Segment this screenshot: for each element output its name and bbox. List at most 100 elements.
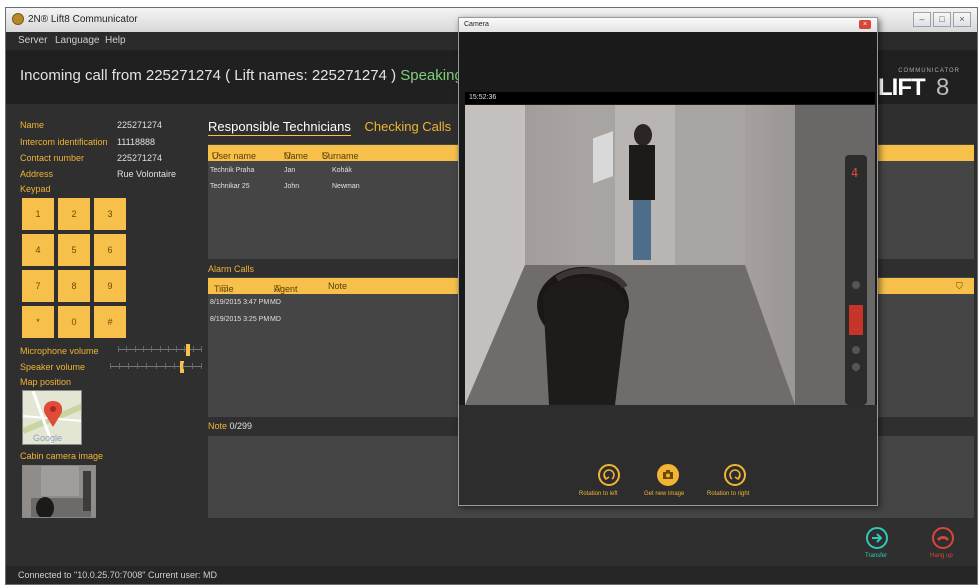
tab-checking-calls[interactable]: Checking Calls: [364, 119, 451, 134]
cabin-camera-thumbnail[interactable]: [22, 465, 96, 518]
slider-tick: [165, 363, 166, 369]
slider-tick: [126, 346, 127, 352]
tech-row-1-username[interactable]: Technik Praha: [210, 167, 254, 174]
slider-tick: [183, 363, 184, 369]
key-star[interactable]: *: [22, 306, 54, 338]
alarm-row-1-agent[interactable]: MD: [270, 299, 281, 306]
key-3[interactable]: 3: [94, 198, 126, 230]
filter-icon[interactable]: ⛉: [284, 151, 291, 162]
slider-tick: [143, 346, 144, 352]
key-7[interactable]: 7: [22, 270, 54, 302]
filter-icon[interactable]: ⛉: [222, 284, 229, 295]
close-button[interactable]: ×: [953, 12, 971, 27]
slider-tick: [168, 346, 169, 352]
menu-language[interactable]: Language: [55, 35, 100, 46]
arrow-right-icon: [872, 533, 883, 543]
filter-icon[interactable]: ⛉: [274, 284, 281, 295]
rotate-right-icon: [729, 469, 741, 481]
rotate-left-button[interactable]: [598, 464, 620, 486]
map-position-label: Map position: [20, 377, 72, 387]
key-hash[interactable]: #: [94, 306, 126, 338]
tech-row-1-surname[interactable]: Kohák: [332, 167, 352, 174]
phone-hangup-icon: [937, 536, 949, 541]
slider-tick: [118, 346, 119, 352]
hang-up-label: Hang up: [930, 553, 953, 559]
slider-tick: [146, 363, 147, 369]
brand-big-text: LIFT: [878, 74, 926, 101]
slider-tick: [201, 346, 202, 352]
filter-icon[interactable]: ⛉: [212, 151, 219, 162]
name-value: 225271274: [117, 120, 163, 130]
microphone-volume-label: Microphone volume: [20, 346, 99, 356]
menu-help[interactable]: Help: [105, 35, 126, 46]
rotate-right-button[interactable]: [724, 464, 746, 486]
slider-tick: [174, 363, 175, 369]
slider-tick: [119, 363, 120, 369]
filter-icon[interactable]: ⛉: [956, 281, 963, 292]
camera-icon: [663, 470, 673, 479]
intercom-value: 11118888: [117, 137, 156, 147]
get-new-image-button[interactable]: [657, 464, 679, 486]
key-4[interactable]: 4: [22, 234, 54, 266]
cabin-camera-label: Cabin camera image: [20, 451, 104, 461]
key-1[interactable]: 1: [22, 198, 54, 230]
note-counter: 0/299: [229, 421, 253, 431]
microphone-volume-slider[interactable]: [118, 344, 202, 356]
cabin-image: [23, 466, 95, 517]
lift8-logo: COMMUNICATOR LIFT 8: [866, 68, 966, 101]
alarm-row-1-time[interactable]: 8/19/2015 3:47 PM: [210, 299, 269, 306]
alarm-row-2-agent[interactable]: MD: [270, 316, 281, 323]
key-5[interactable]: 5: [58, 234, 90, 266]
status-bar: Connected to "10.0.25.70:7008" Current u…: [6, 566, 977, 584]
window-controls: – □ ×: [913, 12, 971, 27]
address-value: Rue Volontaire: [117, 169, 177, 179]
note-label: Note: [208, 421, 228, 431]
key-2[interactable]: 2: [58, 198, 90, 230]
map-thumbnail[interactable]: Google: [22, 390, 82, 445]
hang-up-button[interactable]: [932, 527, 954, 549]
minimize-button[interactable]: –: [913, 12, 931, 27]
rotate-left-icon: [603, 469, 615, 481]
tech-row-2-surname[interactable]: Newman: [332, 183, 360, 190]
tech-row-1-name[interactable]: Jan: [284, 167, 295, 174]
section-tabs: Responsible Technicians Checking Calls: [208, 119, 451, 136]
tech-row-2-username[interactable]: Technikar 25: [210, 183, 250, 190]
col-time[interactable]: Time ⛉: [214, 281, 234, 294]
camera-timestamp: 15:52:36: [469, 94, 497, 101]
col-note[interactable]: Note: [328, 281, 347, 291]
microphone-volume-thumb[interactable]: [186, 344, 190, 356]
slider-tick: [193, 346, 194, 352]
speaker-volume-slider[interactable]: [110, 361, 202, 373]
intercom-label: Intercom identification: [20, 137, 108, 147]
menu-server[interactable]: Server: [18, 35, 47, 46]
brand-number: 8: [936, 74, 950, 101]
rotate-right-label: Rotation to right: [707, 491, 750, 497]
transfer-label: Transfer: [865, 553, 888, 559]
transfer-button[interactable]: [866, 527, 888, 549]
tab-responsible-technicians[interactable]: Responsible Technicians: [208, 119, 351, 136]
floor-indicator: 4: [851, 166, 858, 180]
slider-tick: [201, 363, 202, 369]
speaker-volume-label: Speaker volume: [20, 362, 86, 372]
camera-close-button[interactable]: ×: [859, 20, 871, 29]
slider-tick: [156, 363, 157, 369]
slider-tick: [151, 346, 152, 352]
key-0[interactable]: 0: [58, 306, 90, 338]
maximize-button[interactable]: □: [933, 12, 951, 27]
connection-status: Connected to "10.0.25.70:7008" Current u…: [18, 570, 218, 580]
alarm-row-2-time[interactable]: 8/19/2015 3:25 PM: [210, 316, 269, 323]
app-logo: [12, 13, 24, 25]
slider-tick: [110, 363, 111, 369]
filter-icon[interactable]: ⛉: [322, 151, 329, 162]
name-label: Name: [20, 120, 45, 130]
slider-tick: [135, 346, 136, 352]
slider-tick: [160, 346, 161, 352]
elevator-cabin-image: 4: [465, 105, 875, 405]
key-9[interactable]: 9: [94, 270, 126, 302]
window-title: 2N® Lift8 Communicator: [28, 14, 138, 25]
get-new-image-label: Get new image: [644, 491, 685, 497]
note-header: Note 0/299: [208, 421, 252, 431]
key-8[interactable]: 8: [58, 270, 90, 302]
key-6[interactable]: 6: [94, 234, 126, 266]
tech-row-2-name[interactable]: John: [284, 183, 299, 190]
